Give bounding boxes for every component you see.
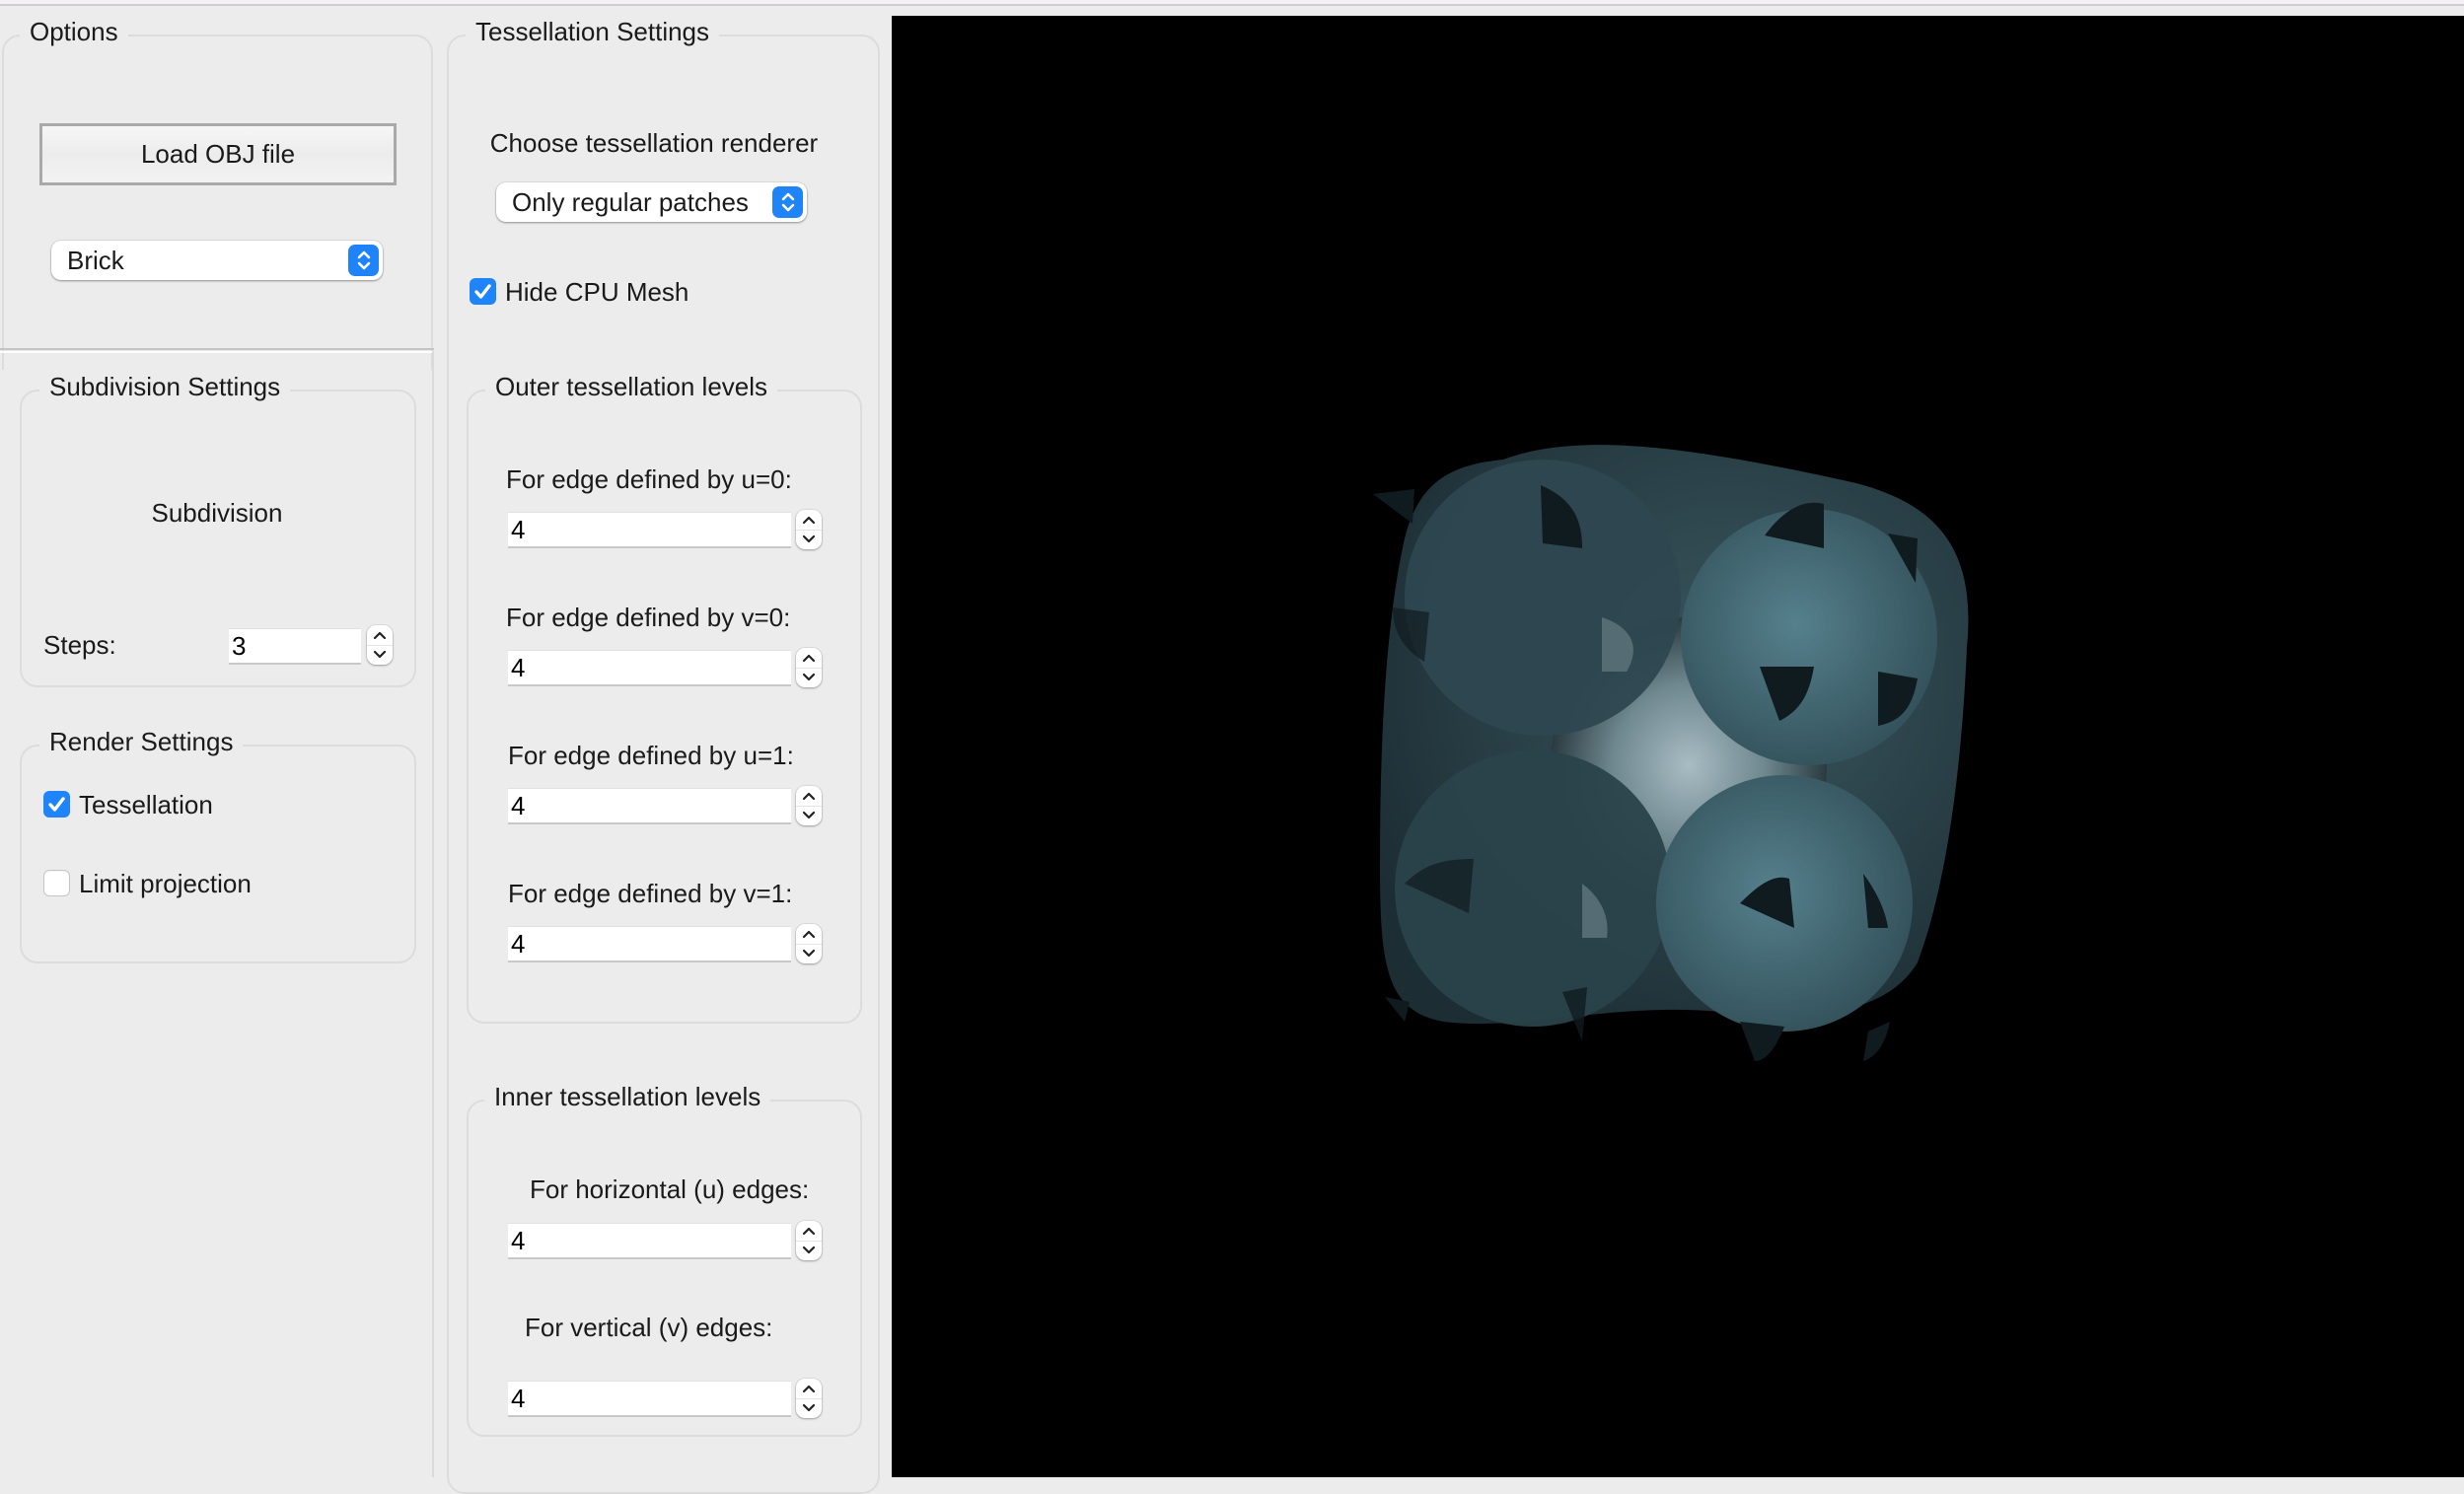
- inner-u-stepper[interactable]: [796, 1221, 822, 1260]
- updown-chevron-icon: [772, 186, 803, 218]
- left-panel-separator-highlight: [0, 351, 434, 353]
- outer-levels-title: Outer tessellation levels: [485, 371, 778, 402]
- inner-v-stepper[interactable]: [796, 1379, 822, 1418]
- render-settings-title: Render Settings: [39, 726, 244, 757]
- outer-v0-stepper[interactable]: [796, 648, 822, 687]
- tessellated-brick-model: [1373, 445, 1969, 1061]
- outer-v1-input[interactable]: 4: [508, 926, 791, 962]
- model-select[interactable]: Brick: [51, 241, 383, 280]
- hide-cpu-mesh-label[interactable]: Hide CPU Mesh: [505, 276, 688, 308]
- load-obj-button[interactable]: Load OBJ file: [39, 123, 397, 185]
- steps-input[interactable]: 3: [229, 628, 361, 665]
- chevron-down-icon[interactable]: [796, 807, 822, 826]
- model-select-value: Brick: [67, 245, 124, 275]
- renderer-select[interactable]: Only regular patches: [496, 182, 807, 222]
- chevron-up-icon[interactable]: [796, 648, 822, 669]
- limit-projection-checkbox[interactable]: [43, 870, 70, 896]
- window-top-edge: [0, 0, 2464, 6]
- chevron-up-icon[interactable]: [796, 1221, 822, 1242]
- outer-u1-stepper[interactable]: [796, 786, 822, 825]
- options-title: Options: [20, 16, 128, 47]
- left-panel-separator: [0, 348, 434, 350]
- render-settings-group: [20, 745, 416, 963]
- chevron-down-icon[interactable]: [796, 531, 822, 550]
- chevron-down-icon[interactable]: [367, 646, 393, 666]
- chevron-down-icon[interactable]: [796, 945, 822, 964]
- chevron-up-icon[interactable]: [796, 924, 822, 945]
- steps-stepper[interactable]: [367, 625, 393, 665]
- outer-v1-stepper[interactable]: [796, 924, 822, 963]
- inner-u-label: For horizontal (u) edges:: [530, 1174, 810, 1204]
- outer-u1-label: For edge defined by u=1:: [508, 741, 794, 770]
- updown-chevron-icon: [348, 245, 379, 276]
- inner-levels-title: Inner tessellation levels: [484, 1081, 771, 1112]
- outer-u0-label: For edge defined by u=0:: [506, 464, 792, 494]
- renderer-select-value: Only regular patches: [512, 186, 749, 217]
- tessellation-settings-title: Tessellation Settings: [466, 16, 720, 47]
- subdivision-heading: Subdivision: [151, 498, 283, 528]
- chevron-down-icon[interactable]: [796, 1242, 822, 1261]
- tessellation-label[interactable]: Tessellation: [79, 789, 213, 820]
- chevron-down-icon[interactable]: [796, 669, 822, 688]
- steps-label: Steps:: [43, 630, 116, 660]
- chevron-up-icon[interactable]: [796, 786, 822, 807]
- outer-u0-input[interactable]: 4: [508, 512, 791, 548]
- inner-v-label: For vertical (v) edges:: [525, 1313, 773, 1342]
- outer-v1-label: For edge defined by v=1:: [508, 879, 793, 908]
- chevron-up-icon[interactable]: [796, 1379, 822, 1399]
- options-group: [2, 35, 433, 370]
- chevron-up-icon[interactable]: [367, 625, 393, 646]
- chevron-up-icon[interactable]: [796, 510, 822, 531]
- inner-v-input[interactable]: 4: [508, 1381, 791, 1417]
- checkmark-icon: [48, 797, 65, 812]
- outer-v0-label: For edge defined by v=0:: [506, 603, 791, 632]
- tessellation-checkbox[interactable]: [43, 791, 70, 818]
- limit-projection-label[interactable]: Limit projection: [79, 868, 252, 899]
- hide-cpu-mesh-checkbox[interactable]: [470, 278, 496, 305]
- subdivision-settings-title: Subdivision Settings: [39, 371, 291, 402]
- render-viewport[interactable]: [892, 16, 2464, 1477]
- outer-u1-input[interactable]: 4: [508, 788, 791, 824]
- outer-v0-input[interactable]: 4: [508, 650, 791, 686]
- chevron-down-icon[interactable]: [796, 1399, 822, 1419]
- checkmark-icon: [474, 284, 491, 299]
- outer-u0-stepper[interactable]: [796, 510, 822, 549]
- renderer-label: Choose tessellation renderer: [489, 128, 819, 158]
- inner-u-input[interactable]: 4: [508, 1223, 791, 1259]
